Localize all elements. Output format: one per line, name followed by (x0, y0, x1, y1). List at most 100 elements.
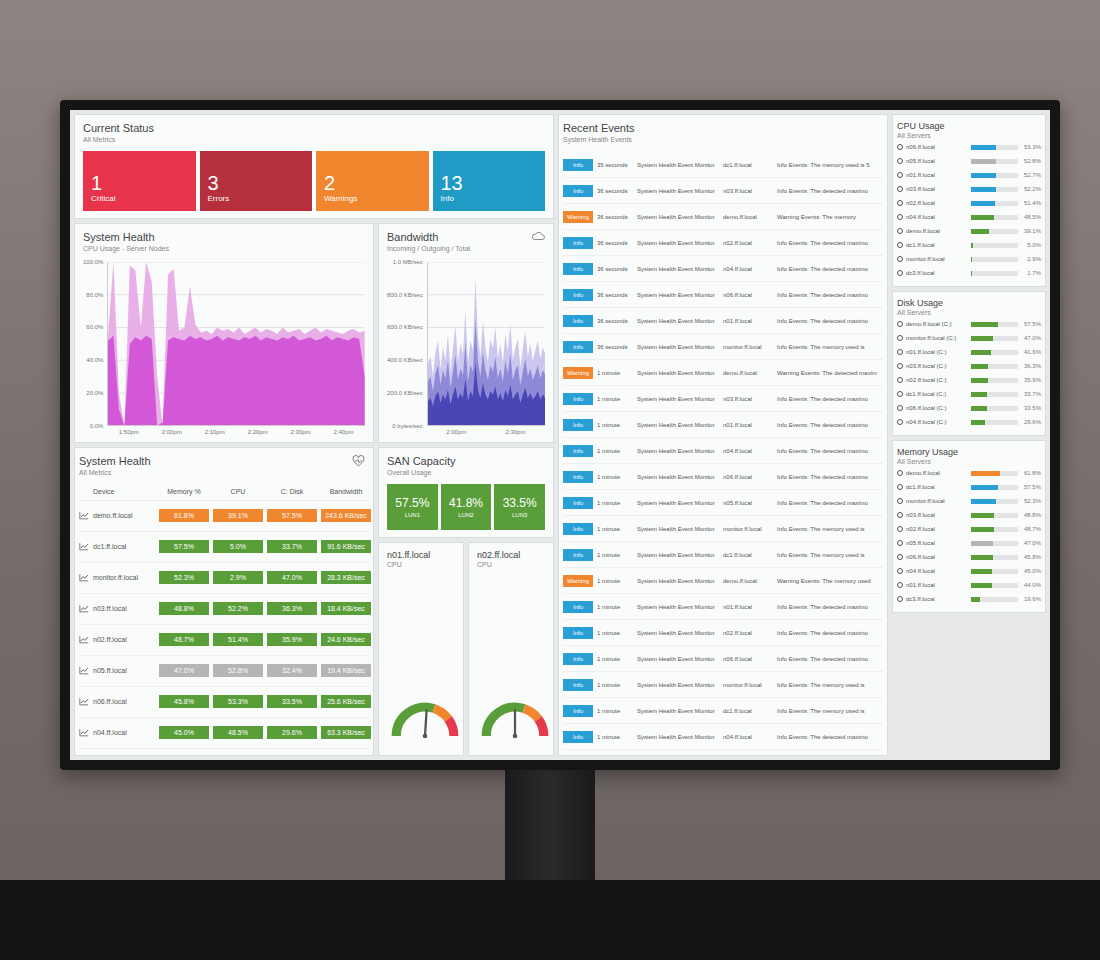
table-row[interactable]: n06.ff.local45.8%53.3%33.5%25.6 KB/sec (79, 687, 369, 718)
event-row[interactable]: Info35 secondsSystem Health Event Monito… (563, 152, 883, 178)
usage-bar (971, 392, 1018, 397)
usage-row[interactable]: n05.ff.local52.8% (897, 154, 1041, 168)
usage-row[interactable]: n04.ff.local45.0% (897, 564, 1041, 578)
table-cell: 35.9% (267, 633, 317, 646)
usage-row[interactable]: n01.ff.local44.0% (897, 578, 1041, 592)
usage-row[interactable]: dc1.ff.local5.0% (897, 238, 1041, 252)
usage-row[interactable]: n04.ff.local (C:)29.6% (897, 415, 1041, 429)
event-row[interactable]: Info1 minuteSystem Health Event Monitorn… (563, 464, 883, 490)
usage-bar (971, 145, 1018, 150)
event-row[interactable]: Info36 secondsSystem Health Event Monito… (563, 308, 883, 334)
table-row[interactable]: dc1.ff.local57.5%5.0%33.7%91.6 KB/sec (79, 532, 369, 563)
usage-row[interactable]: n02.ff.local51.4% (897, 196, 1041, 210)
line-chart-icon[interactable] (79, 573, 89, 582)
event-row[interactable]: Info1 minuteSystem Health Event Monitorn… (563, 386, 883, 412)
y-tick: 1.0 MB/sec (393, 259, 423, 265)
usage-row[interactable]: n06.ff.local45.8% (897, 550, 1041, 564)
metric-badge: 28.3 KB/sec (321, 571, 371, 584)
column-header[interactable]: Memory % (159, 488, 209, 495)
line-chart-icon[interactable] (79, 728, 89, 737)
line-chart-icon[interactable] (79, 635, 89, 644)
line-chart-icon[interactable] (79, 697, 89, 706)
event-row[interactable]: Warning1 minuteSystem Health Event Monit… (563, 568, 883, 594)
column-header[interactable]: Device (93, 488, 155, 495)
event-row[interactable]: Info36 secondsSystem Health Event Monito… (563, 282, 883, 308)
event-row[interactable]: Info36 secondsSystem Health Event Monito… (563, 334, 883, 360)
event-row[interactable]: Warning36 secondsSystem Health Event Mon… (563, 204, 883, 230)
event-row[interactable]: Info1 minuteSystem Health Event Monitorm… (563, 672, 883, 698)
event-row[interactable]: Info1 minuteSystem Health Event Monitorn… (563, 620, 883, 646)
usage-row[interactable]: dc1.ff.local57.5% (897, 480, 1041, 494)
column-header[interactable]: C: Disk (267, 488, 317, 495)
event-row[interactable]: Info1 minuteSystem Health Event Monitorn… (563, 594, 883, 620)
usage-row[interactable]: n01.ff.local (C:)41.6% (897, 345, 1041, 359)
table-row[interactable]: n03.ff.local48.8%52.2%36.3%18.4 KB/sec (79, 594, 369, 625)
lun-tile[interactable]: 41.8%LUN2 (441, 484, 492, 530)
usage-row[interactable]: n03.ff.local48.8% (897, 508, 1041, 522)
lun-tile[interactable]: 57.5%LUN1 (387, 484, 438, 530)
lun-tile[interactable]: 33.5%LUN3 (494, 484, 545, 530)
line-chart-icon[interactable] (79, 542, 89, 551)
event-row[interactable]: Info1 minuteSystem Health Event Monitorn… (563, 646, 883, 672)
column-header[interactable]: CPU (213, 488, 263, 495)
event-row[interactable]: Warning1 minuteSystem Health Event Monit… (563, 360, 883, 386)
event-row[interactable]: Info1 minuteSystem Health Event Monitorn… (563, 412, 883, 438)
table-cell: 57.5% (267, 509, 317, 522)
usage-row[interactable]: n02.ff.local (C:)35.9% (897, 373, 1041, 387)
event-row[interactable]: Info1 minuteSystem Health Event Monitord… (563, 698, 883, 724)
table-row[interactable]: n05.ff.local47.0%52.8%32.4%19.4 KB/sec (79, 656, 369, 687)
usage-row[interactable]: dc1.ff.local (C:)33.7% (897, 387, 1041, 401)
line-chart-icon[interactable] (79, 511, 89, 520)
usage-row[interactable]: n05.ff.local47.0% (897, 536, 1041, 550)
table-cell: 25.6 KB/sec (321, 695, 371, 708)
usage-row[interactable]: n02.ff.local48.7% (897, 522, 1041, 536)
event-row[interactable]: Info1 minuteSystem Health Event Monitorn… (563, 490, 883, 516)
heart-pulse-icon[interactable] (352, 455, 365, 467)
column-header[interactable]: Bandwidth (321, 488, 371, 495)
gauge-needle (425, 710, 427, 736)
usage-row[interactable]: dc3.ff.local1.7% (897, 266, 1041, 280)
table-cell: 57.5% (159, 540, 209, 553)
server-name: n01.ff.local (C:) (906, 349, 968, 355)
line-chart-icon[interactable] (79, 604, 89, 613)
grid-line (428, 294, 545, 295)
line-chart-icon[interactable] (79, 666, 89, 675)
usage-row[interactable]: monitor.ff.local52.3% (897, 494, 1041, 508)
event-source: System Health Event Monitor (637, 214, 719, 220)
usage-bar-fill (971, 322, 998, 327)
usage-row[interactable]: n04.ff.local48.5% (897, 210, 1041, 224)
status-card[interactable]: 1Critical (83, 151, 196, 211)
server-name: n02.ff.local (C:) (906, 377, 968, 383)
usage-row[interactable]: n06.ff.local (C:)33.5% (897, 401, 1041, 415)
event-row[interactable]: Info36 secondsSystem Health Event Monito… (563, 256, 883, 282)
status-card[interactable]: 3Errors (200, 151, 313, 211)
usage-row[interactable]: demo.ff.local (C:)57.5% (897, 317, 1041, 331)
usage-row[interactable]: monitor.ff.local (C:)47.0% (897, 331, 1041, 345)
event-source: System Health Event Monitor (637, 708, 719, 714)
event-row[interactable]: Info36 secondsSystem Health Event Monito… (563, 178, 883, 204)
event-row[interactable]: Info1 minuteSystem Health Event Monitorn… (563, 438, 883, 464)
event-source: System Health Event Monitor (637, 682, 719, 688)
event-row[interactable]: Info1 minuteSystem Health Event Monitorn… (563, 724, 883, 750)
usage-row[interactable]: n03.ff.local (C:)36.3% (897, 359, 1041, 373)
status-card[interactable]: 2Warnings (316, 151, 429, 211)
usage-row[interactable]: demo.ff.local39.1% (897, 224, 1041, 238)
table-row[interactable]: monitor.ff.local52.3%2.9%47.0%28.3 KB/se… (79, 563, 369, 594)
usage-row[interactable]: demo.ff.local61.8% (897, 466, 1041, 480)
metric-badge: 47.0% (267, 571, 317, 584)
event-row[interactable]: Info1 minuteSystem Health Event Monitorm… (563, 516, 883, 542)
cloud-icon[interactable] (531, 231, 545, 241)
table-row[interactable]: n04.ff.local45.0%48.5%29.6%63.3 KB/sec (79, 718, 369, 749)
usage-row[interactable]: monitor.ff.local2.9% (897, 252, 1041, 266)
table-row[interactable]: demo.ff.local61.8%39.1%57.5%243.6 KB/sec (79, 501, 369, 532)
event-time: 1 minute (597, 578, 633, 584)
usage-bar-fill (971, 485, 998, 490)
usage-row[interactable]: dc3.ff.local19.6% (897, 592, 1041, 606)
usage-row[interactable]: n06.ff.local53.3% (897, 140, 1041, 154)
usage-row[interactable]: n01.ff.local52.7% (897, 168, 1041, 182)
status-card[interactable]: 13Info (433, 151, 546, 211)
table-row[interactable]: n02.ff.local48.7%51.4%35.9%24.6 KB/sec (79, 625, 369, 656)
event-row[interactable]: Info36 secondsSystem Health Event Monito… (563, 230, 883, 256)
usage-row[interactable]: n03.ff.local52.2% (897, 182, 1041, 196)
event-row[interactable]: Info1 minuteSystem Health Event Monitord… (563, 542, 883, 568)
